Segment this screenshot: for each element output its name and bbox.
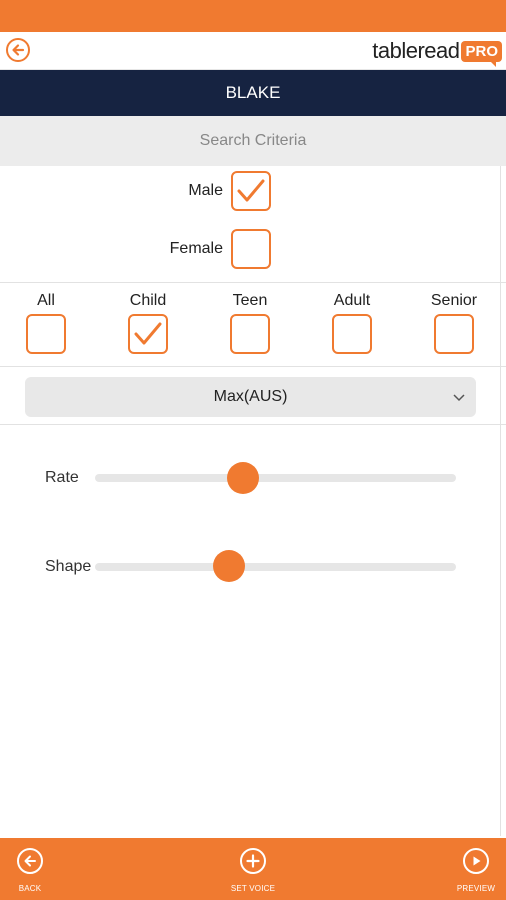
- divider: [0, 282, 506, 283]
- play-circle-icon: [463, 848, 489, 874]
- shape-slider-thumb[interactable]: [212, 550, 245, 582]
- voice-select-value: Max(AUS): [213, 388, 288, 405]
- age-checkbox-all[interactable]: [26, 314, 66, 354]
- preview-label: PREVIEW: [456, 884, 496, 893]
- divider: [0, 424, 506, 425]
- age-label-teen: Teen: [232, 292, 268, 309]
- age-label-all: All: [37, 292, 55, 309]
- set-voice-label: SET VOICE: [230, 884, 276, 893]
- age-label-senior: Senior: [430, 292, 478, 309]
- checkmark-icon: [134, 322, 162, 345]
- female-label: Female: [169, 240, 223, 257]
- preview-button[interactable]: PREVIEW: [452, 838, 500, 900]
- back-arrow-icon[interactable]: [6, 38, 30, 62]
- back-button[interactable]: BACK: [10, 838, 50, 900]
- age-label-child: Child: [129, 292, 167, 309]
- search-criteria-header: Search Criteria: [0, 116, 506, 166]
- back-label: BACK: [18, 884, 42, 893]
- male-checkbox[interactable]: [231, 171, 271, 211]
- gender-row-male: Male: [0, 171, 506, 211]
- female-checkbox[interactable]: [231, 229, 271, 269]
- chevron-down-icon: [453, 394, 465, 402]
- rate-label: Rate: [45, 469, 79, 486]
- plus-circle-icon: [240, 848, 266, 874]
- age-checkbox-child[interactable]: [128, 314, 168, 354]
- male-label: Male: [188, 182, 223, 199]
- rate-slider-thumb[interactable]: [227, 462, 259, 494]
- age-label-adult: Adult: [333, 292, 371, 309]
- age-checkbox-adult[interactable]: [332, 314, 372, 354]
- app-header: tableread PRO: [0, 32, 506, 70]
- bottom-nav-bar: BACK SET VOICE PREVIEW: [0, 838, 506, 900]
- logo-pro-badge: PRO: [461, 40, 502, 67]
- shape-slider-track[interactable]: [95, 563, 456, 571]
- character-title-bar: BLAKE: [0, 70, 506, 116]
- voice-select[interactable]: Max(AUS): [25, 377, 476, 417]
- status-bar: [0, 0, 506, 32]
- back-circle-icon: [17, 848, 43, 874]
- divider: [0, 366, 506, 367]
- app-logo: tableread PRO: [372, 36, 502, 67]
- logo-text: tableread: [372, 38, 460, 63]
- shape-label: Shape: [45, 558, 92, 575]
- character-name: BLAKE: [225, 83, 281, 102]
- gender-row-female: Female: [0, 229, 506, 269]
- age-checkbox-senior[interactable]: [434, 314, 474, 354]
- search-criteria-label: Search Criteria: [199, 132, 307, 149]
- set-voice-button[interactable]: SET VOICE: [223, 838, 283, 900]
- age-checkbox-teen[interactable]: [230, 314, 270, 354]
- checkmark-icon: [237, 179, 265, 202]
- rate-slider-track[interactable]: [95, 474, 456, 482]
